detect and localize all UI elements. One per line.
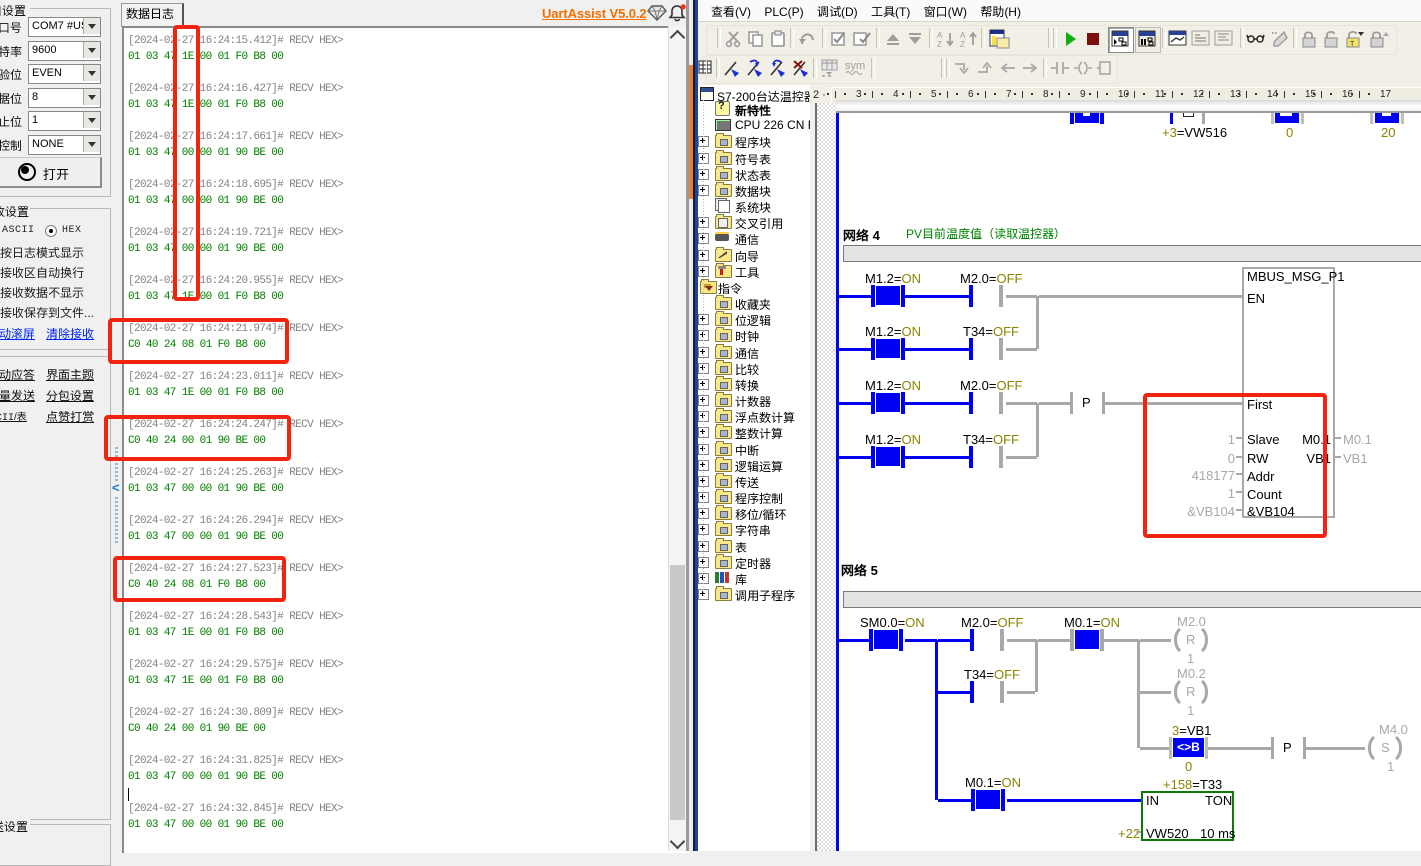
svg-text:Z: Z <box>937 40 942 49</box>
svg-text:sym: sym <box>845 60 865 72</box>
svg-text:A: A <box>960 31 966 40</box>
svg-text:T: T <box>1350 41 1355 48</box>
svg-text:A: A <box>937 31 943 40</box>
svg-text:Z: Z <box>960 40 965 49</box>
